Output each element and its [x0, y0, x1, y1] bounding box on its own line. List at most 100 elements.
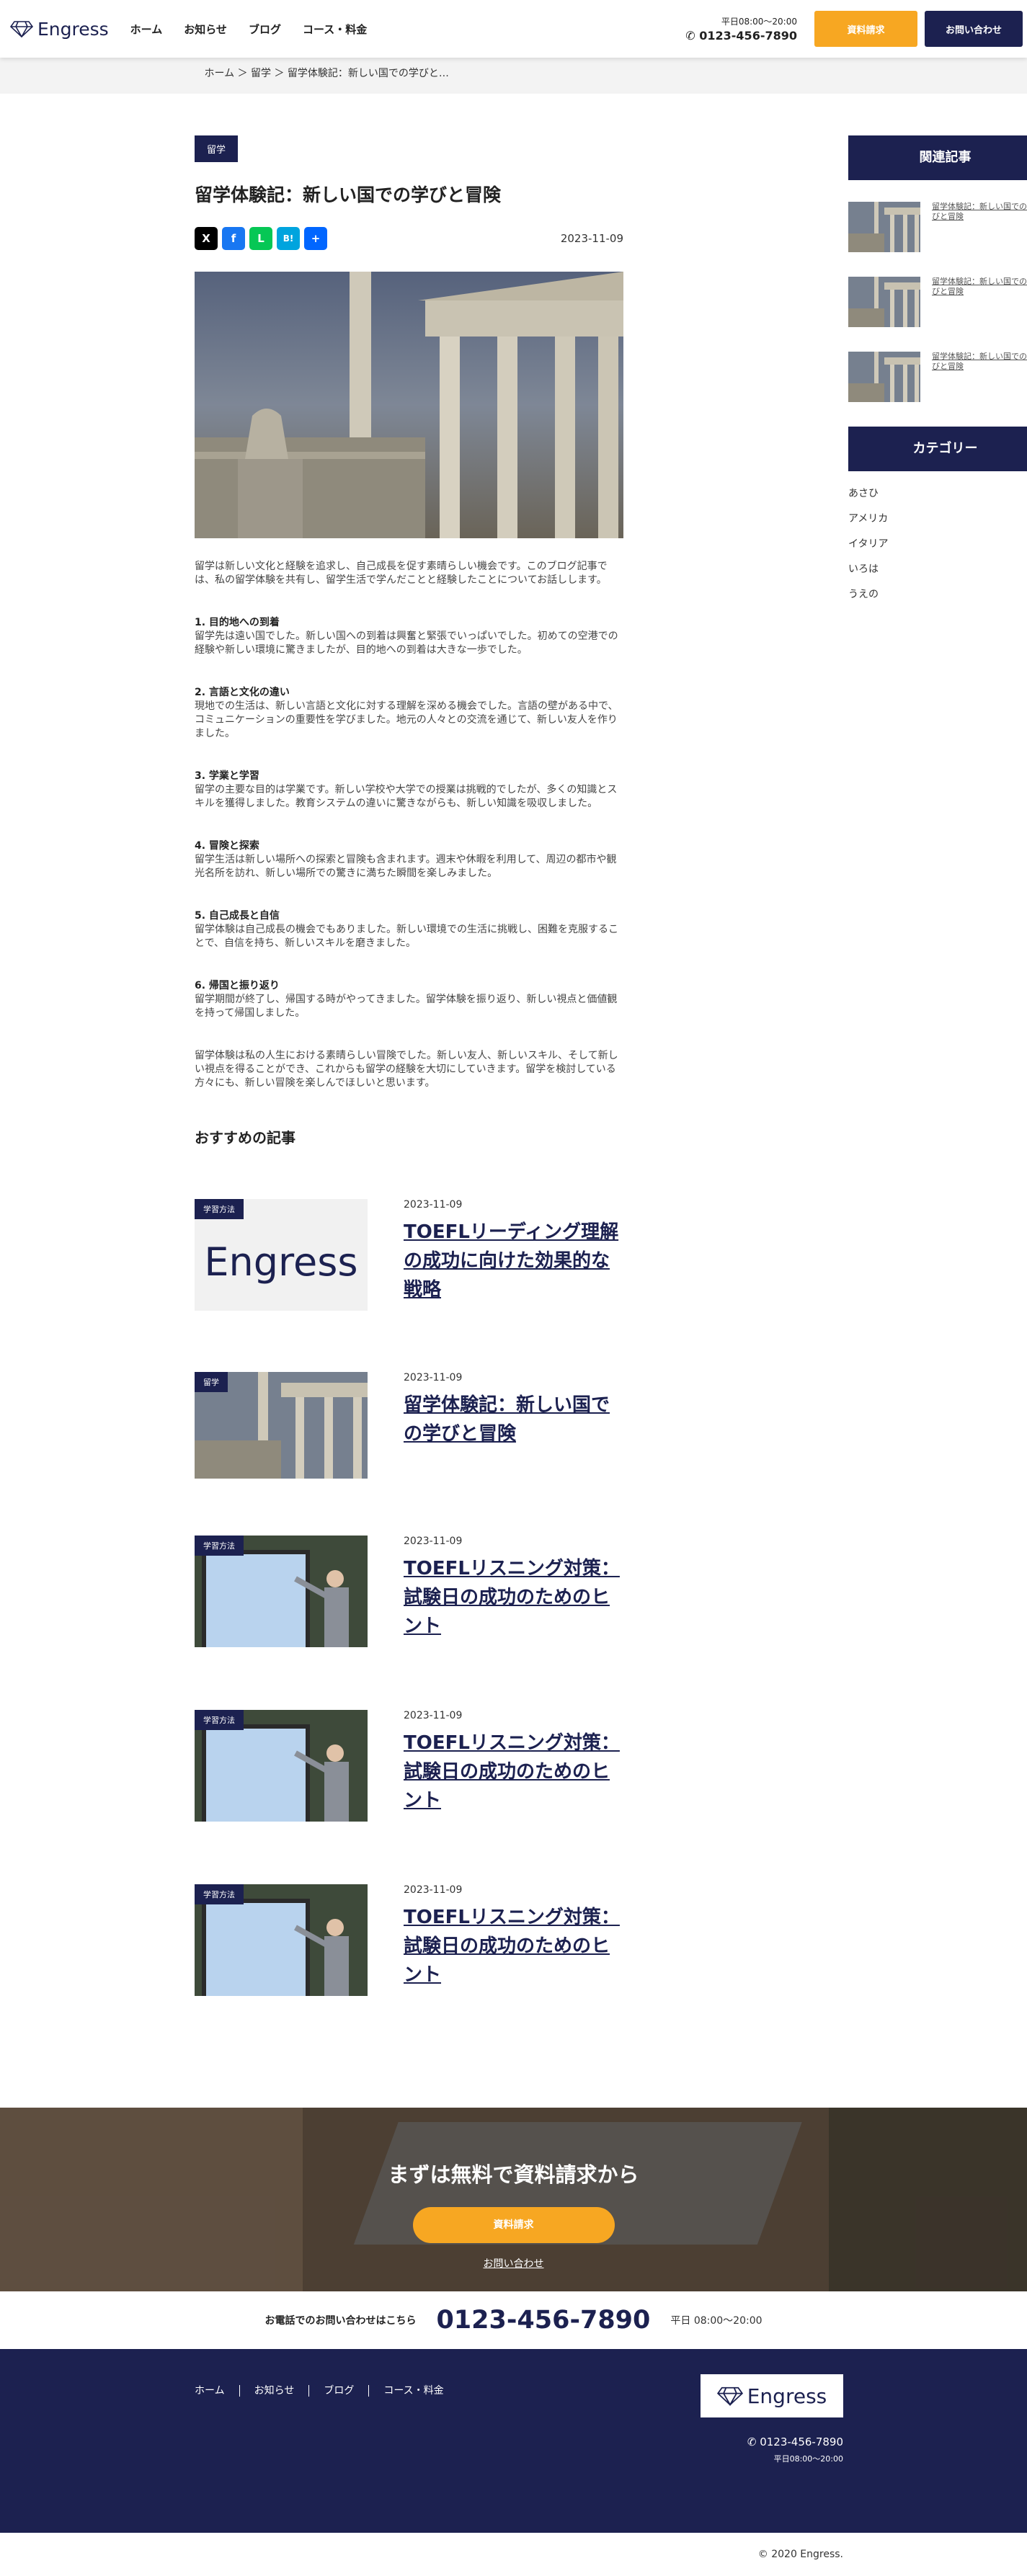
section-heading: 5. 自己成長と自信: [195, 910, 280, 922]
recommended-thumb[interactable]: 学習方法 Engress: [195, 1199, 368, 1311]
nav-course[interactable]: コース・料金: [303, 22, 367, 37]
recommended-info: 2023-11-09 TOEFLリスニング対策：試験日の成功のためのヒント: [404, 1884, 620, 2007]
share-buttons: X f L B! +: [195, 227, 327, 250]
footer-nav-news[interactable]: お知らせ: [240, 2385, 310, 2397]
hatena-share-icon[interactable]: B!: [277, 227, 300, 250]
related-list: 留学体験記：新しい国での学びと冒険 留学体験記：新しい国での学びと冒険 留学体験…: [848, 202, 1027, 402]
section-text: 留学期間が終了し、帰国する時がやってきました。留学体験を振り返り、新しい視点と価…: [195, 994, 618, 1019]
recommended-tag[interactable]: 学習方法: [195, 1536, 244, 1556]
x-share-icon[interactable]: X: [195, 227, 218, 250]
recommended-item[interactable]: 学習方法 Engress 2023-11-09 TOEFLリーディング理解の成功…: [195, 1199, 623, 1322]
recommended-link[interactable]: TOEFLリスニング対策：試験日の成功のためのヒント: [404, 1903, 620, 1989]
category-heading: カテゴリー: [848, 427, 1027, 471]
related-thumb[interactable]: [848, 202, 920, 252]
related-item[interactable]: 留学体験記：新しい国での学びと冒険: [848, 352, 1027, 402]
article-section: 3. 学業と学習 留学の主要な目的は学業です。新しい学校や大学での授業は挑戦的でし…: [195, 770, 623, 811]
header-tel: 平日08:00～20:00 ✆ 0123-456-7890: [685, 15, 797, 43]
recommended-thumb[interactable]: 留学: [195, 1372, 368, 1479]
global-nav: ホーム お知らせ ブログ コース・料金: [130, 22, 368, 37]
related-item[interactable]: 留学体験記：新しい国での学びと冒険: [848, 277, 1027, 327]
recommended-item[interactable]: 学習方法 2023-11-09 TOEFLリスニング対策：試験日の成功のためのヒ…: [195, 1536, 623, 1658]
cta-title: まずは無料で資料請求から: [388, 2162, 639, 2187]
header-tel-number[interactable]: 0123-456-7890: [699, 29, 797, 43]
article-outro: 留学体験は私の人生における素晴らしい冒険でした。新しい友人、新しいスキル、そして…: [195, 1050, 618, 1089]
diamond-icon: [716, 2386, 743, 2406]
recommended-tag[interactable]: 学習方法: [195, 1884, 244, 1904]
article-date: 2023-11-09: [560, 232, 623, 245]
contact-button[interactable]: お問い合わせ: [925, 11, 1023, 47]
article-section: 4. 冒険と探索 留学生活は新しい場所への探索と冒険も含まれます。週末や休暇を利用…: [195, 839, 623, 881]
nav-home[interactable]: ホーム: [130, 22, 163, 37]
site-logo[interactable]: Engress: [10, 14, 109, 43]
sidebar: 関連記事 留学体験記：新しい国での学びと冒険 留学体験記：新しい国での学びと冒険…: [848, 135, 1027, 1119]
copyright: © 2020 Engress.: [757, 2549, 843, 2560]
category-item[interactable]: イタリア: [848, 532, 1027, 557]
recommended-item[interactable]: 学習方法 2023-11-09 TOEFLリスニング対策：試験日の成功のためのヒ…: [195, 1884, 623, 2007]
article-section: 1. 目的地への到着 留学先は遠い国でした。新しい国への到着は興奮と緊張でいっぱい…: [195, 616, 623, 657]
recommended-link[interactable]: TOEFLリスニング対策：試験日の成功のためのヒント: [404, 1554, 620, 1641]
article-body: 留学は新しい文化と経験を追求し、自己成長を促す素晴らしい機会です。このブログ記事…: [195, 560, 623, 1090]
related-thumb[interactable]: [848, 352, 920, 402]
recommended-thumb[interactable]: 学習方法: [195, 1884, 368, 1996]
footer-nav: ホーム お知らせ ブログ コース・料金: [195, 2385, 458, 2397]
recommended-info: 2023-11-09 留学体験記：新しい国での学びと冒険: [404, 1372, 620, 1484]
related-item[interactable]: 留学体験記：新しい国での学びと冒険: [848, 202, 1027, 252]
recommended-item[interactable]: 留学 2023-11-09 留学体験記：新しい国での学びと冒険: [195, 1372, 623, 1484]
site-header: Engress ホーム お知らせ ブログ コース・料金 平日08:00～20:0…: [0, 0, 1027, 58]
recommended-thumb[interactable]: 学習方法: [195, 1710, 368, 1822]
recommended-date: 2023-11-09: [404, 1710, 463, 1721]
addtoany-share-icon[interactable]: +: [304, 227, 327, 250]
related-thumb[interactable]: [848, 277, 920, 327]
section-heading: 1. 目的地への到着: [195, 617, 280, 628]
breadcrumb[interactable]: ホーム ＞ 留学 ＞ 留学体験記：新しい国での学びと…: [187, 58, 840, 89]
recommended-tag[interactable]: 留学: [195, 1372, 228, 1392]
category-item[interactable]: うえの: [848, 582, 1027, 607]
article-category-tag[interactable]: 留学: [195, 135, 239, 162]
cta-contact-link[interactable]: お問い合わせ: [0, 2256, 1027, 2270]
recommended-thumb[interactable]: 学習方法: [195, 1536, 368, 1647]
tel-bar-number[interactable]: 0123-456-7890: [436, 2306, 650, 2335]
temple-image: [195, 272, 623, 538]
section-text: 留学体験は自己成長の機会でもありました。新しい環境での生活に挑戦し、困難を克服す…: [195, 924, 618, 949]
article-section: 5. 自己成長と自信留学体験は自己成長の機会でもありました。新しい環境での生活に…: [195, 909, 623, 950]
article: 留学 留学体験記：新しい国での学びと冒険 X f L B! + 2023-11-…: [195, 135, 623, 1119]
nav-blog[interactable]: ブログ: [249, 22, 281, 37]
category-item[interactable]: いろは: [848, 557, 1027, 582]
footer-nav-home[interactable]: ホーム: [195, 2385, 240, 2397]
category-item[interactable]: アメリカ: [848, 507, 1027, 532]
recommended-link[interactable]: 留学体験記：新しい国での学びと冒険: [404, 1391, 620, 1448]
article-hero-image: [195, 272, 623, 538]
related-link[interactable]: 留学体験記：新しい国での学びと冒険: [932, 352, 1027, 402]
recommended-date: 2023-11-09: [404, 1536, 463, 1547]
footer-tel-number[interactable]: 0123-456-7890: [760, 2435, 843, 2448]
main-content: 留学 留学体験記：新しい国での学びと冒険 X f L B! + 2023-11-…: [195, 94, 1027, 1119]
footer-nav-blog[interactable]: ブログ: [309, 2385, 370, 2397]
section-heading: 2. 言語と文化の違い: [195, 687, 290, 698]
recommended-tag[interactable]: 学習方法: [195, 1199, 244, 1219]
recommended-link[interactable]: TOEFLリスニング対策：試験日の成功のためのヒント: [404, 1729, 620, 1815]
article-intro: 留学は新しい文化と経験を追求し、自己成長を促す素晴らしい機会です。このブログ記事…: [195, 561, 608, 586]
facebook-share-icon[interactable]: f: [222, 227, 245, 250]
footer-logo-text: Engress: [747, 2384, 827, 2408]
related-link[interactable]: 留学体験記：新しい国での学びと冒険: [932, 277, 1027, 327]
footer-tel-row: ✆ 0123-456-7890: [747, 2435, 843, 2448]
recommended-link[interactable]: TOEFLリーディング理解の成功に向けた効果的な戦略: [404, 1218, 620, 1304]
related-link[interactable]: 留学体験記：新しい国での学びと冒険: [932, 202, 1027, 252]
recommended-section: おすすめの記事 学習方法 Engress 2023-11-09 TOEFLリーデ…: [195, 1126, 623, 2007]
nav-news[interactable]: お知らせ: [184, 22, 227, 37]
line-share-icon[interactable]: L: [249, 227, 272, 250]
footer-logo[interactable]: Engress: [701, 2374, 843, 2417]
diamond-icon: [10, 21, 33, 37]
recommended-item[interactable]: 学習方法 2023-11-09 TOEFLリスニング対策：試験日の成功のためのヒ…: [195, 1710, 623, 1832]
footer-hours: 平日08:00～20:00: [773, 2454, 843, 2464]
recommended-tag[interactable]: 学習方法: [195, 1710, 244, 1730]
logo-text: Engress: [37, 18, 109, 40]
category-item[interactable]: あさひ: [848, 481, 1027, 507]
recommended-date: 2023-11-09: [404, 1199, 463, 1211]
footer-tel: ✆ 0123-456-7890 平日08:00～20:00: [747, 2435, 843, 2464]
header-actions: 平日08:00～20:00 ✆ 0123-456-7890 資料請求 お問い合わ…: [685, 0, 1027, 58]
cta-request-button[interactable]: 資料請求: [412, 2207, 615, 2243]
footer-nav-course[interactable]: コース・料金: [369, 2385, 458, 2397]
request-docs-button[interactable]: 資料請求: [814, 11, 917, 47]
phone-icon: ✆: [685, 29, 700, 43]
